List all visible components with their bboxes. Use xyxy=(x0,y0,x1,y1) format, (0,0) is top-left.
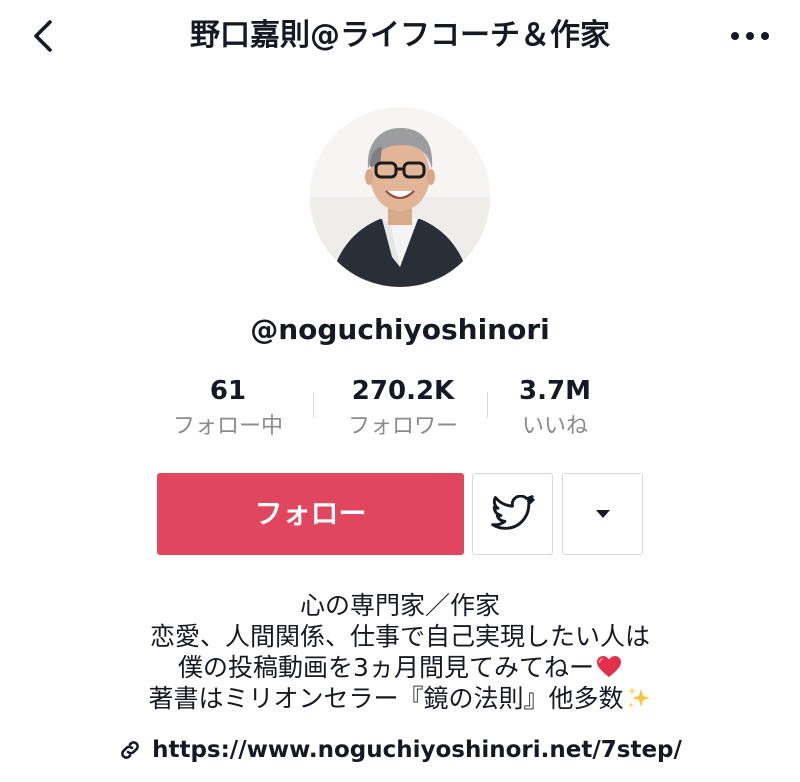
bio: 心の専門家／作家 恋愛、人間関係、仕事で自己実現したい人は 僕の投稿動画を3ヵ月… xyxy=(80,590,720,714)
link-url: https://www.noguchiyoshinori.net/7step/ xyxy=(152,737,682,763)
bio-line-text: 著書はミリオンセラー『鏡の法則』他多数 xyxy=(148,684,624,713)
following-stat[interactable]: 61 フォロー中 xyxy=(158,374,298,444)
followers-stat[interactable]: 270.2K フォロワー xyxy=(328,374,478,444)
more-options-button[interactable] xyxy=(720,14,780,58)
more-dots-icon xyxy=(731,32,769,40)
bio-line: 心の専門家／作家 xyxy=(299,591,500,620)
stat-divider xyxy=(313,392,314,418)
following-label: フォロー中 xyxy=(172,414,283,439)
page-title: 野口嘉則@ライフコーチ＆作家 xyxy=(190,18,610,53)
likes-count: 3.7M xyxy=(519,376,591,406)
bio-line: 僕の投稿動画を3ヵ月間見てみてねー xyxy=(80,652,720,683)
avatar[interactable] xyxy=(310,107,490,287)
caret-down-icon xyxy=(595,510,610,518)
chevron-left-icon xyxy=(34,20,52,52)
follow-button[interactable]: フォロー xyxy=(157,473,464,555)
profile-photo xyxy=(310,107,490,287)
top-bar: 野口嘉則@ライフコーチ＆作家 xyxy=(0,0,800,72)
twitter-bird-icon xyxy=(490,495,535,530)
twitter-button[interactable] xyxy=(472,473,553,555)
heart-emoji xyxy=(596,656,621,677)
bio-line: 恋愛、人間関係、仕事で自己実現したい人は xyxy=(149,622,650,651)
likes-label: いいね xyxy=(521,414,588,439)
profile-page: 野口嘉則@ライフコーチ＆作家 @noguchiyoshinori 61 フォロー… xyxy=(0,0,800,782)
username: @noguchiyoshinori xyxy=(250,313,550,346)
more-actions-dropdown[interactable] xyxy=(562,473,643,555)
link-icon xyxy=(121,741,139,759)
stat-divider xyxy=(487,392,488,418)
likes-stat[interactable]: 3.7M いいね xyxy=(500,374,610,444)
following-count: 61 xyxy=(209,376,247,406)
profile-link[interactable]: https://www.noguchiyoshinori.net/7step/ xyxy=(121,733,682,767)
bio-line-text: 僕の投稿動画を3ヵ月間見てみてねー xyxy=(178,653,594,682)
sparkles-emoji xyxy=(627,687,650,708)
followers-label: フォロワー xyxy=(347,414,458,439)
followers-count: 270.2K xyxy=(351,376,455,406)
bio-line: 著書はミリオンセラー『鏡の法則』他多数 xyxy=(80,683,720,714)
back-button[interactable] xyxy=(26,14,66,58)
